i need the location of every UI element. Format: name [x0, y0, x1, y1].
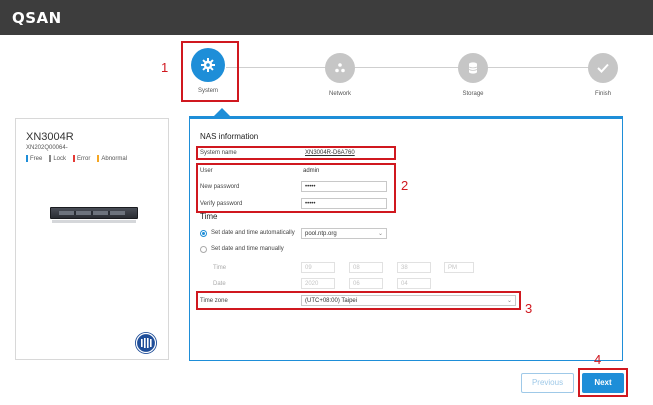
auto-time-radio[interactable]: [200, 230, 207, 237]
nas-information-title: NAS information: [200, 132, 259, 141]
annotation-box-1: [181, 41, 239, 102]
month-select[interactable]: 06: [349, 278, 383, 289]
previous-button[interactable]: Previous: [521, 373, 574, 393]
device-name: XN3004R: [26, 131, 74, 143]
annotation-box-system-name: [196, 146, 396, 160]
ntp-server-select[interactable]: pool.ntp.org ⌄: [301, 228, 387, 239]
date-label: Date: [213, 281, 226, 287]
qsan-badge-icon: [135, 332, 157, 354]
second-select[interactable]: 38: [397, 262, 431, 273]
manual-time-radio[interactable]: [200, 246, 207, 253]
wizard-progress-line: [226, 67, 604, 68]
annotation-box-2: [196, 163, 396, 213]
annotation-number-2: 2: [401, 178, 409, 193]
chevron-down-icon: ⌄: [377, 231, 383, 237]
wizard-step-label: Storage: [462, 91, 484, 97]
top-bar: QSAN: [0, 0, 653, 35]
check-icon: [588, 53, 618, 83]
annotation-box-3: [196, 291, 521, 310]
qsan-logo: QSAN: [12, 9, 62, 27]
auto-time-label: Set date and time automatically: [211, 230, 295, 236]
annotation-number-1: 1: [161, 60, 169, 75]
legend-lock: Lock: [49, 155, 66, 162]
day-select[interactable]: 04: [397, 278, 431, 289]
device-panel: XN3004R XN202Q00064- Free Lock Error Abn…: [15, 118, 169, 360]
wizard-step-finish[interactable]: Finish: [563, 53, 643, 97]
manual-time-label: Set date and time manually: [211, 246, 284, 252]
device-image-shadow: [52, 220, 136, 223]
database-icon: [458, 53, 488, 83]
wizard-step-label: Finish: [594, 91, 611, 97]
year-select[interactable]: 2020: [301, 278, 335, 289]
ntp-server-value: pool.ntp.org: [305, 231, 337, 237]
minute-select[interactable]: 08: [349, 262, 383, 273]
hour-select[interactable]: 09: [301, 262, 335, 273]
annotation-number-3: 3: [525, 301, 533, 316]
device-serial: XN202Q00064-: [26, 145, 68, 151]
active-step-pointer: [214, 108, 230, 116]
legend-free: Free: [26, 155, 42, 162]
wizard-step-label: Network: [328, 91, 351, 97]
time-title: Time: [200, 212, 218, 221]
device-image: [50, 207, 138, 219]
wizard-step-network[interactable]: Network: [300, 53, 380, 97]
wizard-step-storage[interactable]: Storage: [433, 53, 513, 97]
annotation-number-4: 4: [594, 352, 602, 367]
legend-error: Error: [73, 155, 90, 162]
annotation-box-4: [578, 368, 628, 397]
ampm-select[interactable]: PM: [444, 262, 474, 273]
disk-status-legend: Free Lock Error Abnormal: [26, 155, 127, 162]
legend-abnormal: Abnormal: [97, 155, 127, 162]
network-icon: [325, 53, 355, 83]
time-label: Time: [213, 265, 227, 271]
